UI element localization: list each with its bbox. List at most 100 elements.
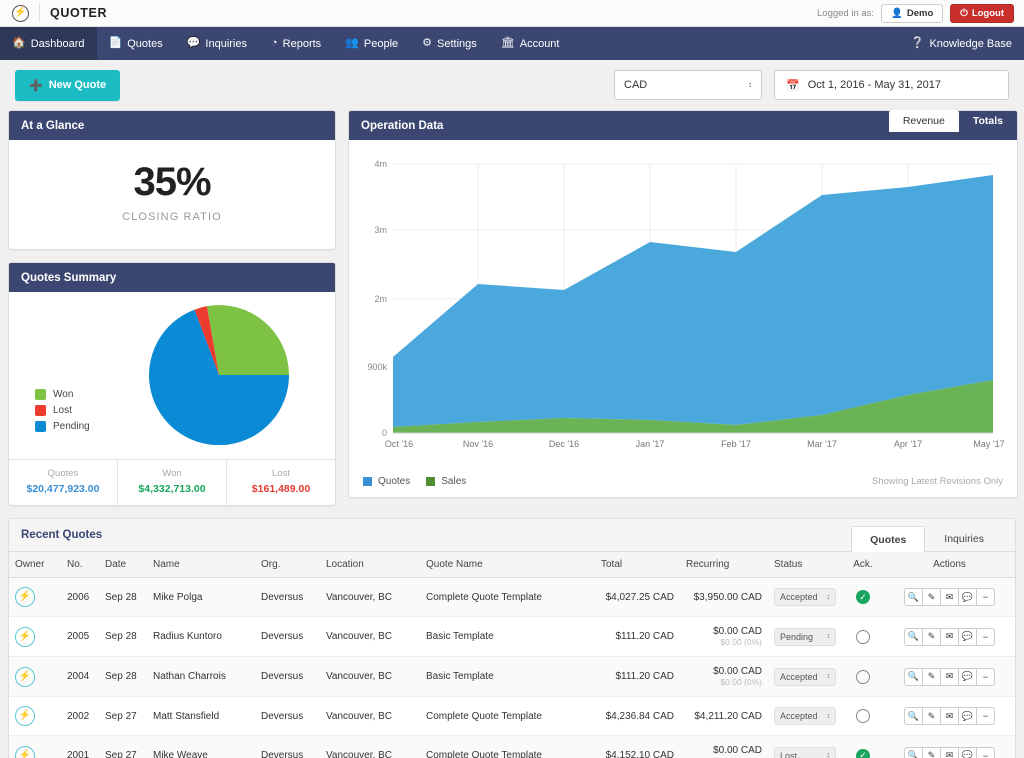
minus-icon[interactable]: − [976, 668, 995, 686]
pie-chart-icon: ◔ [271, 38, 278, 49]
x-tick-jan17: Jan '17 [636, 439, 665, 449]
nav-item-dashboard[interactable]: 🏠 Dashboard [0, 27, 97, 60]
nav-label-inquiries: Inquiries [205, 38, 247, 50]
cell-org: Deversus [255, 617, 320, 657]
user-menu-button[interactable]: 👤 Demo [881, 4, 943, 23]
ack-check-icon[interactable]: ✓ [856, 749, 870, 758]
envelope-icon[interactable]: ✉ [940, 588, 959, 606]
cell-quote-name[interactable]: Complete Quote Template [420, 578, 595, 617]
search-icon[interactable]: 🔍 [904, 747, 923, 758]
comment-icon[interactable]: 💬 [958, 747, 977, 758]
nav-item-people[interactable]: 👥 People [333, 27, 410, 60]
envelope-icon[interactable]: ✉ [940, 668, 959, 686]
chart-legend-item-quotes[interactable]: Quotes [363, 476, 410, 487]
legend-label-lost: Lost [53, 405, 72, 416]
status-select[interactable]: Accepted ↕ [774, 588, 836, 606]
minus-icon[interactable]: − [976, 747, 995, 758]
cell-quote-name[interactable]: Complete Quote Template [420, 697, 595, 736]
cell-quote-name[interactable]: Basic Template [420, 617, 595, 657]
table-row[interactable]: ⚡ 2005 Sep 28 Radius Kuntoro Deversus Va… [9, 617, 1015, 657]
action-button-group: 🔍 ✎ ✉ 💬 − [890, 588, 1009, 606]
ack-check-icon[interactable]: ✓ [856, 590, 870, 604]
at-a-glance-body: 35% CLOSING RATIO [9, 140, 335, 249]
pencil-icon[interactable]: ✎ [922, 628, 941, 646]
nav-item-reports[interactable]: ◔ Reports [259, 27, 333, 60]
at-a-glance-header: At a Glance [9, 111, 335, 140]
envelope-icon[interactable]: ✉ [940, 707, 959, 725]
pencil-icon[interactable]: ✎ [922, 747, 941, 758]
status-value: Accepted [780, 711, 818, 721]
y-tick-0: 0 [382, 428, 387, 438]
bolt-avatar-icon: ⚡ [15, 706, 35, 726]
action-button-group: 🔍 ✎ ✉ 💬 − [890, 628, 1009, 646]
envelope-icon[interactable]: ✉ [940, 628, 959, 646]
minus-icon[interactable]: − [976, 588, 995, 606]
logout-button[interactable]: ⏻ Logout [950, 4, 1014, 23]
comment-icon[interactable]: 💬 [958, 707, 977, 725]
cell-name[interactable]: Radius Kuntoro [147, 617, 255, 657]
comment-icon[interactable]: 💬 [958, 588, 977, 606]
cell-org: Deversus [255, 578, 320, 617]
pencil-icon[interactable]: ✎ [922, 707, 941, 725]
search-icon[interactable]: 🔍 [904, 668, 923, 686]
status-select[interactable]: Lost ↕ [774, 747, 836, 758]
new-quote-button[interactable]: ➕ New Quote [15, 70, 120, 101]
cell-ack [842, 617, 884, 657]
table-row[interactable]: ⚡ 2001 Sep 27 Mike Weave Deversus Vancou… [9, 736, 1015, 758]
envelope-icon[interactable]: ✉ [940, 747, 959, 758]
search-icon[interactable]: 🔍 [904, 707, 923, 725]
tab-totals[interactable]: Totals [959, 110, 1017, 132]
col-actions: Actions [884, 552, 1015, 578]
nav-item-knowledge-base[interactable]: ❔ Knowledge Base [899, 38, 1024, 50]
at-a-glance-card: At a Glance 35% CLOSING RATIO [8, 110, 336, 250]
y-tick-3m: 3m [374, 225, 387, 235]
status-select[interactable]: Accepted ↕ [774, 707, 836, 725]
pencil-icon[interactable]: ✎ [922, 668, 941, 686]
recurring-amount: $3,950.00 CAD [686, 592, 762, 603]
cell-quote-name[interactable]: Complete Quote Template [420, 736, 595, 758]
status-select[interactable]: Pending ↕ [774, 628, 836, 646]
chart-legend-item-sales[interactable]: Sales [426, 476, 466, 487]
tab-inquiries[interactable]: Inquiries [925, 525, 1003, 551]
table-row[interactable]: ⚡ 2004 Sep 28 Nathan Charrois Deversus V… [9, 657, 1015, 697]
nav-item-settings[interactable]: ⚙ Settings [410, 27, 489, 60]
minus-icon[interactable]: − [976, 707, 995, 725]
search-icon[interactable]: 🔍 [904, 628, 923, 646]
table-row[interactable]: ⚡ 2006 Sep 28 Mike Polga Deversus Vancou… [9, 578, 1015, 617]
comment-icon[interactable]: 💬 [958, 628, 977, 646]
chart-legend-swatch-sales [426, 477, 435, 486]
updown-caret-icon: ↕ [748, 81, 752, 89]
ack-empty-icon[interactable] [856, 670, 870, 684]
at-a-glance-title: At a Glance [21, 120, 84, 132]
status-select[interactable]: Accepted ↕ [774, 668, 836, 686]
nav-item-quotes[interactable]: 📄 Quotes [97, 27, 175, 60]
cell-name[interactable]: Nathan Charrois [147, 657, 255, 697]
cell-name[interactable]: Mike Polga [147, 578, 255, 617]
cell-status: Pending ↕ [768, 617, 842, 657]
col-date: Date [99, 552, 147, 578]
minus-icon[interactable]: − [976, 628, 995, 646]
ack-empty-icon[interactable] [856, 709, 870, 723]
operation-data-tabs: Revenue Totals [889, 110, 1017, 132]
tab-quotes[interactable]: Quotes [851, 526, 925, 552]
pencil-icon[interactable]: ✎ [922, 588, 941, 606]
recent-quotes-header: Recent Quotes Quotes Inquiries [9, 519, 1015, 552]
date-range-value: Oct 1, 2016 - May 31, 2017 [808, 79, 941, 91]
currency-select[interactable]: CAD ↕ [614, 70, 762, 100]
date-range-picker[interactable]: 📅 Oct 1, 2016 - May 31, 2017 [774, 70, 1009, 100]
cell-quote-name[interactable]: Basic Template [420, 657, 595, 697]
operation-data-header: Operation Data Revenue Totals [349, 111, 1017, 140]
search-icon[interactable]: 🔍 [904, 588, 923, 606]
x-tick-oct16: Oct '16 [385, 439, 413, 449]
nav-item-inquiries[interactable]: 💬 Inquiries [175, 27, 259, 60]
table-header-row: Owner No. Date Name Org. Location Quote … [9, 552, 1015, 578]
cell-name[interactable]: Mike Weave [147, 736, 255, 758]
x-tick-dec16: Dec '16 [549, 439, 579, 449]
tab-revenue[interactable]: Revenue [889, 110, 959, 132]
table-row[interactable]: ⚡ 2002 Sep 27 Matt Stansfield Deversus V… [9, 697, 1015, 736]
comment-icon[interactable]: 💬 [958, 668, 977, 686]
ack-empty-icon[interactable] [856, 630, 870, 644]
recent-quotes-table: Owner No. Date Name Org. Location Quote … [9, 552, 1015, 758]
cell-name[interactable]: Matt Stansfield [147, 697, 255, 736]
nav-item-account[interactable]: 🏛 Account [489, 27, 572, 60]
